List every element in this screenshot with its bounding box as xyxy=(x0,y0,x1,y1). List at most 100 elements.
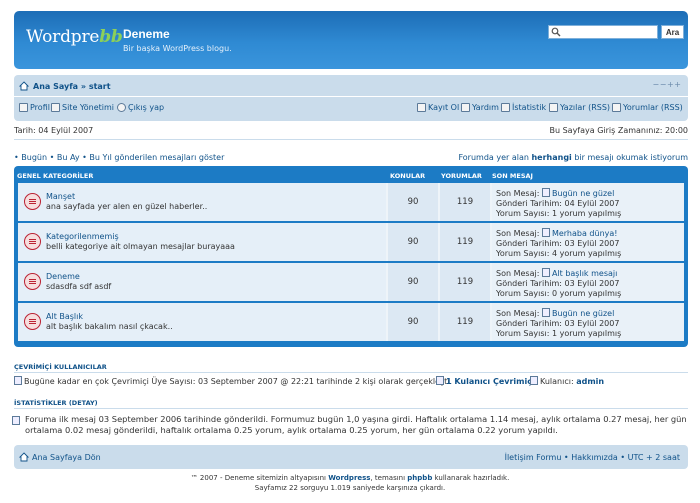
nav-link-label: Yardım xyxy=(472,103,499,112)
forum-name[interactable]: Kategorilenmemiş xyxy=(46,232,119,241)
unread-suffix: bir mesajı okumak istiyorum xyxy=(571,153,688,162)
last-post-label: Son Mesaj: xyxy=(496,309,542,318)
profile-icon xyxy=(19,103,28,112)
forum-read-icon xyxy=(24,233,41,250)
unread-bold: herhangi xyxy=(531,153,572,162)
header-category: GENEL KATEGORİLER xyxy=(17,172,94,180)
copyright-text: , temasını xyxy=(370,474,408,482)
forum-description: alt başlık bakalım nasıl çkacak.. xyxy=(46,322,173,331)
nav-link-label: Yazılar (RSS) xyxy=(560,103,611,112)
admin-icon xyxy=(51,103,60,112)
forum-name[interactable]: Alt Başlık xyxy=(46,312,83,321)
nav-link-label: İstatistik xyxy=(512,103,547,112)
site-title[interactable]: Deneme xyxy=(123,27,170,41)
nav-profile-link[interactable]: Profil xyxy=(19,103,50,112)
online-count[interactable]: 1 Kulanıcı Çevrimiçi xyxy=(436,376,535,386)
stats-text-line1: Foruma ilk mesaj 03 September 2006 tarih… xyxy=(25,414,687,424)
online-users-title: ÇEVRİMİÇİ KULLANICILAR xyxy=(14,363,107,371)
nav-link-label: Site Yönetimi xyxy=(62,103,114,112)
last-post-label: Son Mesaj: xyxy=(496,229,542,238)
last-post-date: Gönderi Tarihim: 03 Eylül 2007 xyxy=(496,239,620,248)
font-size-icon[interactable]: − − + + xyxy=(653,80,681,89)
current-date: Tarih: 04 Eylül 2007 xyxy=(14,126,94,135)
post-icon xyxy=(541,228,550,237)
wordpress-link[interactable]: Wordpress xyxy=(328,474,370,482)
unread-prefix: Forumda yer alan xyxy=(458,153,532,162)
last-post-comments: Yorum Sayısı: 0 yorum yapılmış xyxy=(496,289,622,298)
unread-posts-link[interactable]: Forumda yer alan herhangi bir mesajı oku… xyxy=(458,153,688,162)
nav-link-label: Profil xyxy=(30,103,50,112)
forum-read-icon xyxy=(24,193,41,210)
copyright-text: kullanarak hazırladık. xyxy=(432,474,510,482)
last-post-link[interactable]: Alt başlık mesajı xyxy=(552,269,617,278)
breadcrumb[interactable]: Ana Sayfa » start xyxy=(33,82,111,91)
forum-row: Alt Başlık alt başlık bakalım nasıl çkac… xyxy=(18,303,684,341)
last-post-info: Son Mesaj: Bugün ne güzel Gönderi Tarihi… xyxy=(496,188,621,219)
last-post-line: Son Mesaj: Bugün ne güzel xyxy=(496,188,621,199)
forum-name[interactable]: Deneme xyxy=(46,272,80,281)
last-post-line: Son Mesaj: Bugün ne güzel xyxy=(496,308,621,319)
last-post-link[interactable]: Bugün ne güzel xyxy=(552,189,614,198)
breadcrumb-row: Ana Sayfa » start − − + + xyxy=(14,75,688,97)
stats-icon xyxy=(14,376,22,385)
last-post-line: Son Mesaj: Alt başlık mesajı xyxy=(496,268,621,279)
forum-row: Manşet ana sayfada yer alen en güzel hab… xyxy=(18,183,684,221)
search-input[interactable] xyxy=(561,26,657,38)
forum-read-icon xyxy=(24,273,41,290)
home-icon xyxy=(19,81,29,91)
logo-text: Wordpre xyxy=(26,27,100,47)
footer-links[interactable]: İletişim Formu • Hakkımızda • UTC + 2 sa… xyxy=(505,453,680,462)
nav-admin-link[interactable]: Site Yönetimi xyxy=(51,103,114,112)
nav-link-label: Kayıt Ol xyxy=(428,103,460,112)
last-post-link[interactable]: Merhaba dünya! xyxy=(552,229,618,238)
last-post-label: Son Mesaj: xyxy=(496,189,542,198)
last-post-info: Son Mesaj: Merhaba dünya! Gönderi Tarihi… xyxy=(496,228,621,259)
forum-posts-count: 119 xyxy=(456,237,474,247)
forum-description: belli kategoriye ait olmayan mesajlar bu… xyxy=(46,242,235,251)
online-users: Kulanıcı: admin xyxy=(530,376,604,386)
header-posts: YORUMLAR xyxy=(441,172,482,180)
site-description: Bir başka WordPress blogu. xyxy=(123,44,232,53)
online-record-text: Bugüne kadar en çok Çevrimiçi Üye Sayısı… xyxy=(24,377,453,386)
user-icon xyxy=(530,376,538,385)
forum-topics-count: 90 xyxy=(407,237,419,247)
nav-posts-rss-link[interactable]: Yazılar (RSS) xyxy=(549,103,610,112)
nav-logout-link[interactable]: Çıkış yap xyxy=(117,103,164,112)
nav-link-label: Yorumlar (RSS) xyxy=(623,103,683,112)
forum-header: GENEL KATEGORİLER KONULAR YORUMLAR SON M… xyxy=(14,166,688,183)
last-post-date: Gönderi Tarihim: 04 Eylül 2007 xyxy=(496,199,620,208)
last-post-line: Son Mesaj: Merhaba dünya! xyxy=(496,228,621,239)
rss-icon xyxy=(549,103,558,112)
forum-description: sdasdfa sdf asdf xyxy=(46,282,112,291)
phpbb-link[interactable]: phpbb xyxy=(407,474,432,482)
help-icon xyxy=(461,103,470,112)
search-box xyxy=(548,25,658,39)
nav-help-link[interactable]: Yardım xyxy=(461,103,499,112)
navbar: Ana Sayfa » start − − + + Profil Site Yö… xyxy=(14,75,688,121)
nav-stats-link[interactable]: İstatistik xyxy=(501,103,546,112)
register-icon xyxy=(417,103,426,112)
post-icon xyxy=(541,308,550,317)
forum-posts-count: 119 xyxy=(456,317,474,327)
divider xyxy=(14,408,688,409)
users-icon xyxy=(436,376,444,385)
stats-icon xyxy=(501,103,510,112)
statistics-title: İSTATİSTİKLER (DETAY) xyxy=(14,399,98,407)
copyright-text: ™ 2007 - Deneme sitemizin altyapısını xyxy=(190,474,329,482)
quick-links[interactable]: • Bugün • Bu Ay • Bu Yıl gönderilen mesa… xyxy=(14,153,224,162)
forum-topics-count: 90 xyxy=(407,317,419,327)
site-logo[interactable]: Wordprebb xyxy=(26,27,123,47)
search-icon xyxy=(551,27,561,37)
search-button[interactable]: Ara xyxy=(661,25,684,39)
stats-icon xyxy=(12,416,22,426)
divider xyxy=(14,372,688,373)
nav-register-link[interactable]: Kayıt Ol xyxy=(417,103,459,112)
header-topics: KONULAR xyxy=(390,172,426,180)
last-post-link[interactable]: Bugün ne güzel xyxy=(552,309,614,318)
forum-name[interactable]: Manşet xyxy=(46,192,75,201)
nav-comments-rss-link[interactable]: Yorumlar (RSS) xyxy=(612,103,683,112)
online-user-admin[interactable]: admin xyxy=(576,377,604,386)
divider xyxy=(14,139,688,140)
footer-home-link[interactable]: Ana Sayfaya Dön xyxy=(32,453,101,462)
site-header: Wordprebb Deneme Bir başka WordPress blo… xyxy=(14,11,688,69)
